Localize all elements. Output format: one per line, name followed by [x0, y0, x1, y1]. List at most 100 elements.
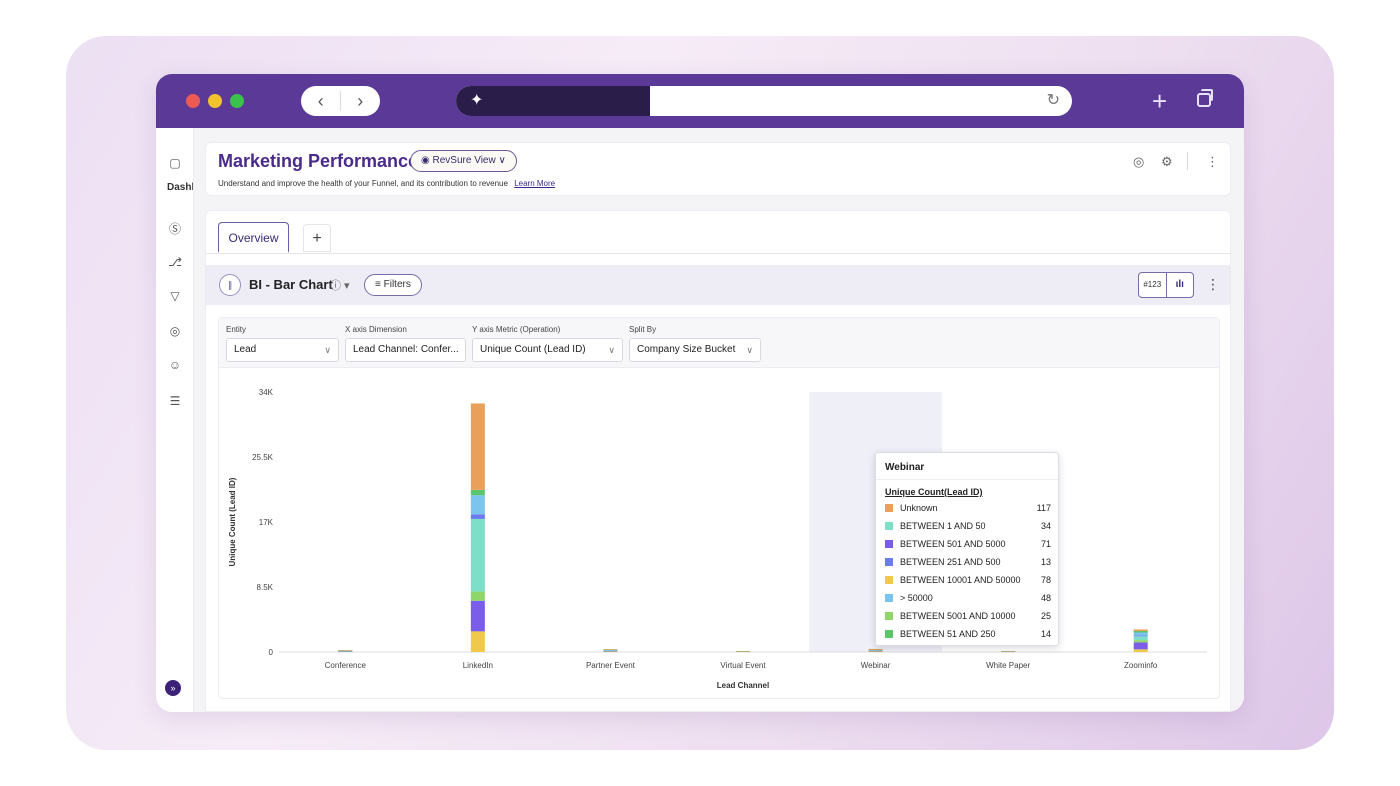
tooltip-row-label: BETWEEN 10001 AND 50000 [900, 575, 1021, 585]
tooltip-swatch [885, 558, 893, 566]
users-icon[interactable]: ☺ [168, 358, 182, 372]
split-by-select[interactable]: Company Size Bucket ∨ [629, 338, 761, 362]
bar-segment [470, 495, 485, 515]
y-tick-label: 8.5K [257, 583, 274, 592]
gear-icon[interactable]: ⚙ [1161, 154, 1173, 170]
tooltip-row-value: 25 [1040, 611, 1051, 621]
chart-panel: Entity Lead ∨ X axis Dimension Lead Chan… [218, 317, 1220, 699]
tooltip-row: BETWEEN 251 AND 500 13 [885, 555, 1051, 569]
page-header: Marketing Performance ◉ RevSure View ∨ U… [205, 142, 1231, 196]
tooltip-swatch [885, 504, 893, 512]
chevron-down-icon: ∨ [746, 345, 753, 355]
dollar-icon[interactable]: Ⓢ [168, 222, 182, 236]
stacked-bar-chart: 0 8.5K 17K 25.5K 34K Conference LinkedIn Partne… [228, 388, 1207, 690]
view-selector[interactable]: ◉ RevSure View ∨ [410, 150, 517, 172]
branch-icon[interactable]: ⎇ [168, 255, 182, 269]
subtitle-text: Understand and improve the health of you… [218, 179, 508, 188]
maximize-window-button[interactable] [230, 94, 244, 108]
chevron-down-icon: ∨ [498, 155, 506, 166]
filters-button[interactable]: ≡ Filters [364, 274, 422, 296]
tooltip-row: BETWEEN 501 AND 5000 71 [885, 537, 1051, 551]
expand-icon[interactable]: » [165, 680, 181, 696]
back-button[interactable]: ‹ [301, 86, 341, 116]
tooltip-row: > 50000 48 [885, 591, 1051, 605]
sliders-icon: ≡ [375, 279, 381, 290]
bar-segment [1133, 642, 1148, 650]
x-axis-value: Lead Channel: Confer... [353, 344, 459, 355]
bar-segment [1133, 640, 1148, 643]
tooltip-row: BETWEEN 51 AND 250 14 [885, 627, 1051, 641]
chart-tooltip: Webinar Unique Count(Lead ID) Unknown 117… [875, 452, 1059, 646]
tooltip-title: Webinar [885, 462, 925, 473]
tooltip-swatch [885, 594, 893, 602]
reload-icon[interactable]: ↻ [1047, 86, 1060, 116]
sidebar: ▢ Dashl Ⓢ ⎇ ▽ ◎ ☺ ☰ » [156, 128, 194, 712]
bar-segment [868, 651, 883, 652]
camera-icon[interactable]: ◎ [1133, 154, 1144, 170]
y-tick-label: 34K [259, 388, 274, 397]
bar-segment [1133, 636, 1148, 641]
y-axis-select[interactable]: Unique Count (Lead ID) ∨ [472, 338, 623, 362]
chart-header: ∥ BI - Bar Chart ⓘ ▾ ≡ Filters #123 ılı … [206, 265, 1230, 305]
tooltip-row-label: BETWEEN 51 AND 250 [900, 629, 996, 639]
bar-segment [603, 650, 618, 652]
y-axis-label: Y axis Metric (Operation) [472, 325, 561, 334]
bar-segment [1133, 635, 1148, 637]
database-icon[interactable]: ☰ [168, 394, 182, 408]
tooltip-divider [876, 479, 1058, 480]
tooltip-row: Unknown 117 [885, 501, 1051, 515]
home-icon[interactable]: ▢ [168, 156, 182, 170]
tooltip-swatch [885, 630, 893, 638]
x-tick-label: Virtual Event [720, 661, 766, 670]
bar-segment [338, 650, 353, 651]
tabs-overview-icon[interactable] [1197, 89, 1213, 107]
filter-icon[interactable]: ▽ [168, 289, 182, 303]
bar-segment [603, 649, 618, 650]
chart-view-button[interactable]: ılı [1165, 273, 1194, 297]
chevron-down-icon: ∨ [608, 345, 615, 355]
tooltip-row: BETWEEN 1 AND 50 34 [885, 519, 1051, 533]
minimize-window-button[interactable] [208, 94, 222, 108]
more-options-icon[interactable]: ⋮ [1206, 154, 1219, 170]
tooltip-row-value: 117 [1036, 503, 1051, 513]
tooltip-swatch [885, 576, 893, 584]
x-tick-label: LinkedIn [463, 661, 493, 670]
info-icon[interactable]: ⓘ ▾ [330, 277, 350, 293]
bar-segment [470, 591, 485, 601]
x-tick-label: Partner Event [586, 661, 636, 670]
address-bar[interactable]: ✦ ↻ [456, 86, 1072, 116]
split-by-label: Split By [629, 325, 657, 334]
eye-icon: ◉ [421, 155, 430, 166]
tooltip-row-label: > 50000 [900, 593, 933, 603]
y-tick-label: 0 [269, 648, 274, 657]
chart-more-icon[interactable]: ⋮ [1206, 276, 1220, 293]
tooltip-row-label: BETWEEN 1 AND 50 [900, 521, 986, 531]
x-tick-label: Webinar [861, 661, 891, 670]
entity-select[interactable]: Lead ∨ [226, 338, 339, 362]
tooltip-row-label: BETWEEN 251 AND 500 [900, 557, 1001, 567]
new-tab-button[interactable]: + [1152, 86, 1167, 116]
sparkle-icon[interactable]: ✦ [456, 86, 650, 116]
y-axis-value: Unique Count (Lead ID) [480, 344, 586, 355]
bar-segment [470, 631, 485, 652]
target-icon[interactable]: ◎ [168, 324, 182, 338]
tooltip-row-label: BETWEEN 501 AND 5000 [900, 539, 1006, 549]
tooltip-row-label: Unknown [900, 503, 938, 513]
close-window-button[interactable] [186, 94, 200, 108]
bar-segment [868, 650, 883, 652]
tabs-divider [206, 253, 1230, 254]
tooltip-row-label: BETWEEN 5001 AND 10000 [900, 611, 1016, 621]
bar-chart-icon: ∥ [219, 274, 241, 296]
y-tick-label: 17K [259, 518, 274, 527]
dashboard-card: Overview + ∥ BI - Bar Chart ⓘ ▾ ≡ Filter… [205, 210, 1231, 712]
add-tab-button[interactable]: + [303, 224, 331, 252]
learn-more-link[interactable]: Learn More [514, 179, 555, 188]
tooltip-row: BETWEEN 10001 AND 50000 78 [885, 573, 1051, 587]
tab-overview[interactable]: Overview [218, 222, 289, 253]
x-tick-label: Conference [325, 661, 367, 670]
forward-button[interactable]: › [341, 86, 381, 116]
x-axis-select[interactable]: Lead Channel: Confer... [345, 338, 466, 362]
tooltip-swatch [885, 522, 893, 530]
bar-segment [1001, 650, 1016, 652]
number-view-button[interactable]: #123 [1139, 273, 1166, 297]
